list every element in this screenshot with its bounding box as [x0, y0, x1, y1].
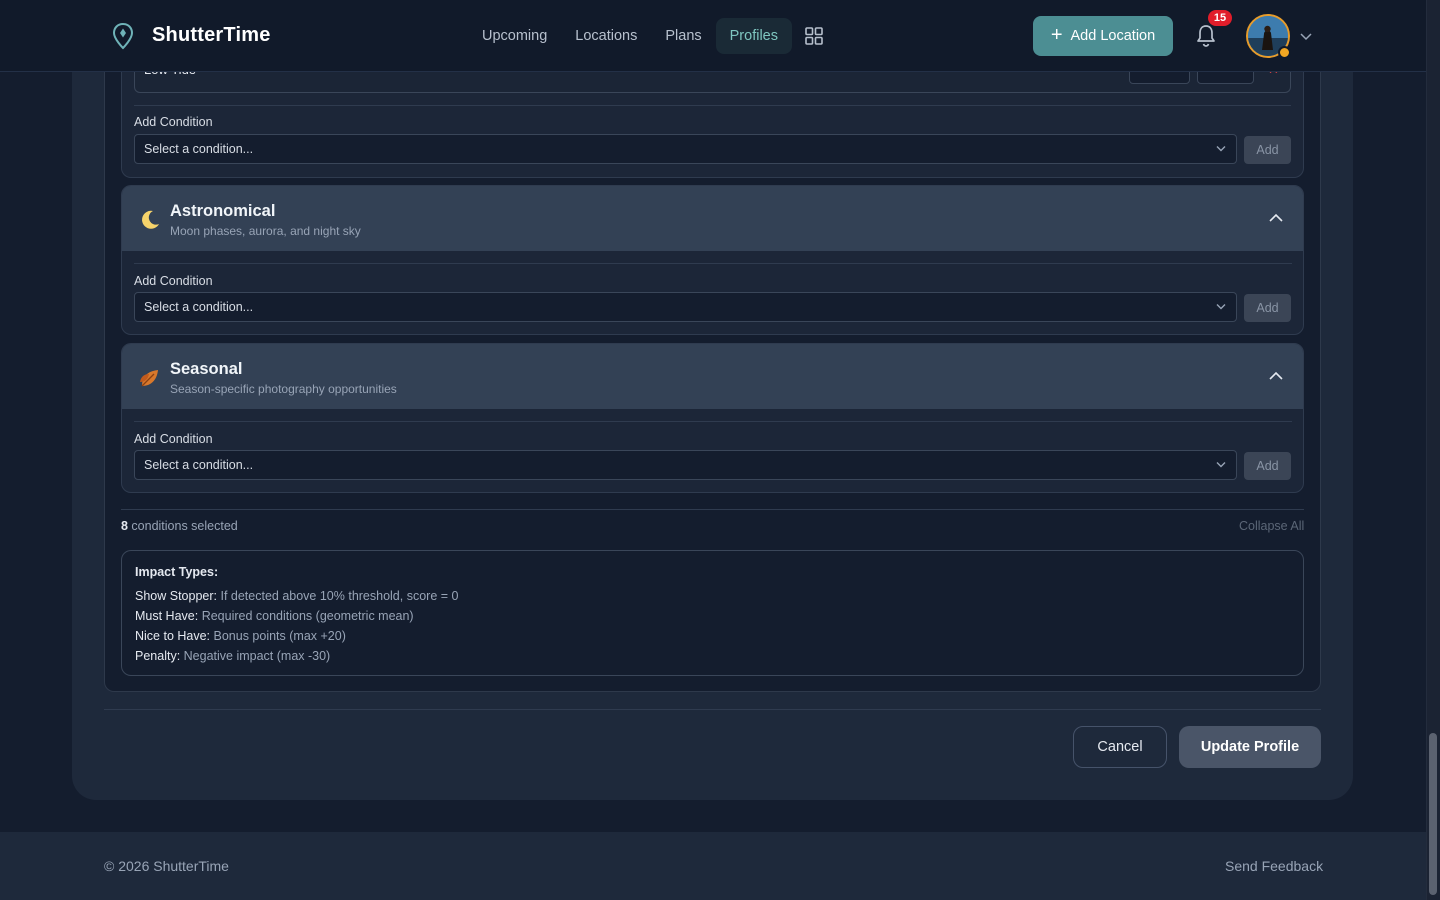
- section-header[interactable]: Astronomical Moon phases, aurora, and ni…: [122, 186, 1303, 251]
- condition-select-placeholder: Select a condition...: [144, 142, 254, 156]
- add-condition-label: Add Condition: [134, 274, 213, 288]
- scrollbar[interactable]: [1426, 0, 1440, 900]
- main-nav: Upcoming Locations Plans Profiles: [468, 18, 832, 54]
- impact-type-item: Show Stopper: If detected above 10% thre…: [135, 589, 458, 603]
- impact-types-box: Impact Types: Show Stopper: If detected …: [121, 550, 1304, 676]
- condition-select[interactable]: Select a condition...: [134, 292, 1237, 322]
- divider: [104, 709, 1321, 710]
- section-subtitle: Moon phases, aurora, and night sky: [170, 224, 361, 238]
- impact-type-desc: Negative impact (max -30): [180, 649, 331, 663]
- status-dot: [1278, 46, 1291, 59]
- divider: [134, 105, 1291, 106]
- add-condition-label: Add Condition: [134, 115, 213, 129]
- section-seasonal: Seasonal Season-specific photography opp…: [121, 343, 1304, 493]
- add-condition-label: Add Condition: [134, 432, 213, 446]
- nav-locations[interactable]: Locations: [561, 18, 651, 54]
- moon-icon: [138, 208, 162, 232]
- bell-icon[interactable]: [1194, 23, 1218, 49]
- brand-name[interactable]: ShutterTime: [152, 24, 271, 47]
- scrollbar-thumb[interactable]: [1429, 733, 1437, 895]
- divider: [121, 509, 1304, 510]
- chevron-up-icon[interactable]: [1269, 371, 1283, 381]
- divider: [134, 421, 1292, 422]
- nav-upcoming[interactable]: Upcoming: [468, 18, 561, 54]
- condition-select-placeholder: Select a condition...: [144, 458, 254, 472]
- top-nav-bar: ShutterTime Upcoming Locations Plans Pro…: [0, 0, 1426, 72]
- apps-grid-icon[interactable]: [796, 18, 832, 54]
- add-condition-button[interactable]: Add: [1244, 452, 1291, 480]
- impact-type-desc: If detected above 10% threshold, score =…: [217, 589, 459, 603]
- add-location-button[interactable]: + Add Location: [1033, 16, 1173, 56]
- section-subtitle: Season-specific photography opportunitie…: [170, 382, 397, 396]
- section-header[interactable]: Seasonal Season-specific photography opp…: [122, 344, 1303, 409]
- add-condition-button[interactable]: Add: [1244, 294, 1291, 322]
- impact-type-key: Must Have:: [135, 609, 199, 623]
- chevron-down-icon[interactable]: [1300, 31, 1312, 41]
- impact-type-key: Penalty:: [135, 649, 181, 663]
- condition-select[interactable]: Select a condition...: [134, 134, 1237, 164]
- section-title: Astronomical: [170, 202, 276, 220]
- impact-type-key: Nice to Have:: [135, 629, 211, 643]
- section-title: Seasonal: [170, 360, 243, 378]
- conditions-count: 8 conditions selected: [121, 519, 238, 533]
- section-astronomical: Astronomical Moon phases, aurora, and ni…: [121, 185, 1304, 335]
- condition-select[interactable]: Select a condition...: [134, 450, 1237, 480]
- impact-types-title: Impact Types:: [135, 565, 219, 579]
- condition-select-placeholder: Select a condition...: [144, 300, 254, 314]
- page-footer: © 2026 ShutterTime Send Feedback: [0, 832, 1426, 900]
- impact-type-item: Nice to Have: Bonus points (max +20): [135, 629, 346, 643]
- location-pin-logo-icon[interactable]: [110, 22, 136, 50]
- leaf-icon: [138, 366, 162, 390]
- add-location-label: Add Location: [1070, 28, 1156, 44]
- impact-type-desc: Required conditions (geometric mean): [198, 609, 414, 623]
- nav-plans[interactable]: Plans: [651, 18, 715, 54]
- chevron-down-icon: [1216, 146, 1226, 152]
- update-profile-button[interactable]: Update Profile: [1179, 726, 1321, 768]
- cancel-button[interactable]: Cancel: [1073, 726, 1167, 768]
- copyright: © 2026 ShutterTime: [104, 858, 229, 874]
- chevron-down-icon: [1216, 462, 1226, 468]
- impact-type-item: Must Have: Required conditions (geometri…: [135, 609, 414, 623]
- chevron-down-icon: [1216, 304, 1226, 310]
- notification-badge: 15: [1208, 10, 1232, 26]
- collapse-all-button[interactable]: Collapse All: [1239, 519, 1304, 533]
- impact-type-item: Penalty: Negative impact (max -30): [135, 649, 330, 663]
- conditions-count-number: 8: [121, 519, 128, 533]
- impact-type-key: Show Stopper:: [135, 589, 217, 603]
- divider: [134, 263, 1292, 264]
- chevron-up-icon[interactable]: [1269, 213, 1283, 223]
- impact-type-desc: Bonus points (max +20): [210, 629, 346, 643]
- send-feedback-link[interactable]: Send Feedback: [1225, 858, 1323, 874]
- nav-profiles[interactable]: Profiles: [715, 18, 792, 54]
- add-condition-button[interactable]: Add: [1244, 136, 1291, 164]
- plus-icon: +: [1050, 24, 1063, 46]
- conditions-count-label: conditions selected: [127, 519, 238, 533]
